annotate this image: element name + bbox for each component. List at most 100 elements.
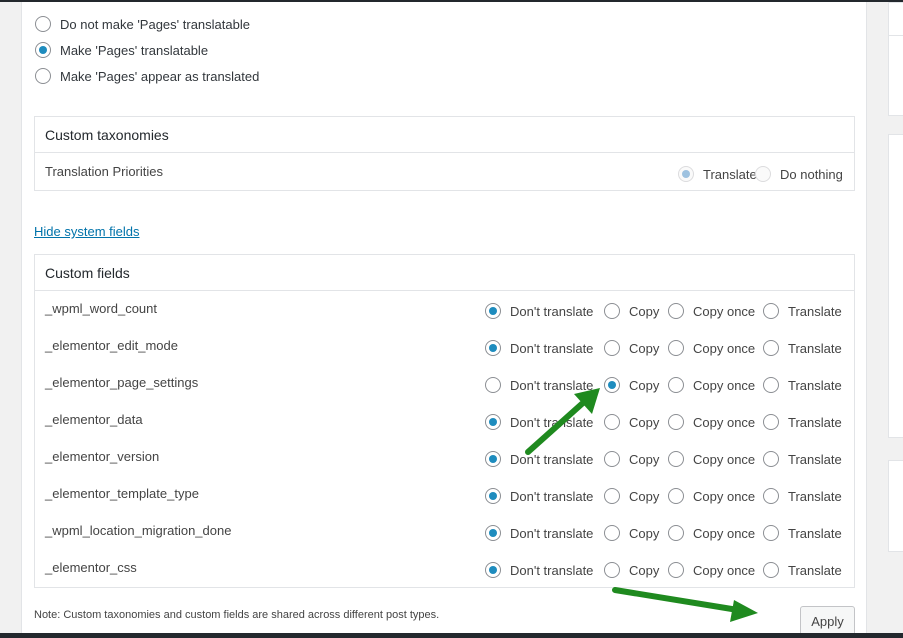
field-option-copy[interactable]: Copy — [604, 525, 659, 541]
radio-button[interactable] — [763, 525, 779, 541]
shared-fields-note: Note: Custom taxonomies and custom field… — [34, 609, 440, 621]
field-option-copy-once[interactable]: Copy once — [668, 451, 755, 467]
field-option-dont-translate[interactable]: Don't translate — [485, 414, 593, 430]
custom-taxonomies-title: Custom taxonomies — [35, 117, 854, 153]
field-option-dont-translate[interactable]: Don't translate — [485, 303, 593, 319]
field-option-dont-translate[interactable]: Don't translate — [485, 562, 593, 578]
field-option-translate[interactable]: Translate — [763, 525, 842, 541]
custom-field-name: _elementor_data — [45, 412, 143, 427]
field-option-translate[interactable]: Translate — [763, 562, 842, 578]
radio-button-selected[interactable] — [485, 525, 501, 541]
option-label: Don't translate — [510, 562, 594, 578]
field-option-translate[interactable]: Translate — [763, 414, 842, 430]
radio-button-selected[interactable] — [485, 451, 501, 467]
radio-button[interactable] — [763, 414, 779, 430]
radio-button[interactable] — [668, 562, 684, 578]
custom-field-name: _wpml_location_migration_done — [45, 523, 232, 538]
option-label: Copy once — [693, 488, 756, 504]
radio-button[interactable] — [668, 303, 684, 319]
field-option-translate[interactable]: Translate — [763, 303, 842, 319]
field-option-translate[interactable]: Translate — [763, 488, 842, 504]
option-pages-appear-translated[interactable]: Make 'Pages' appear as translated — [35, 66, 259, 86]
radio-button[interactable] — [763, 451, 779, 467]
radio-button[interactable] — [485, 377, 501, 393]
custom-field-name: _elementor_template_type — [45, 486, 199, 501]
field-option-copy[interactable]: Copy — [604, 451, 659, 467]
option-label: Translate — [788, 414, 842, 430]
radio-button-selected[interactable] — [485, 488, 501, 504]
field-option-dont-translate[interactable]: Don't translate — [485, 451, 593, 467]
radio-button[interactable] — [604, 488, 620, 504]
field-option-dont-translate[interactable]: Don't translate — [485, 377, 593, 393]
field-option-copy[interactable]: Copy — [604, 377, 659, 393]
field-option-copy[interactable]: Copy — [604, 562, 659, 578]
taxonomy-option-do-nothing[interactable]: Do nothing — [755, 166, 843, 182]
option-label: Copy once — [693, 414, 756, 430]
option-label: Copy — [629, 488, 660, 504]
option-label: Don't translate — [510, 340, 594, 356]
radio-button[interactable] — [668, 340, 684, 356]
option-label: Translate — [703, 166, 757, 182]
field-option-copy-once[interactable]: Copy once — [668, 525, 755, 541]
field-option-copy[interactable]: Copy — [604, 488, 659, 504]
field-option-copy-once[interactable]: Copy once — [668, 488, 755, 504]
radio-button-selected[interactable] — [485, 562, 501, 578]
radio-button-selected[interactable] — [35, 42, 51, 58]
radio-button-selected[interactable] — [485, 414, 501, 430]
field-option-translate[interactable]: Translate — [763, 377, 842, 393]
custom-field-row: _wpml_location_migration_done Don't trans… — [35, 513, 854, 550]
field-option-copy[interactable]: Copy — [604, 303, 659, 319]
radio-button[interactable] — [604, 414, 620, 430]
radio-button[interactable] — [763, 303, 779, 319]
hide-system-fields-link[interactable]: Hide system fields — [34, 224, 139, 239]
radio-button[interactable] — [668, 414, 684, 430]
radio-button[interactable] — [604, 525, 620, 541]
sidebar-panel — [888, 460, 903, 552]
apply-button[interactable]: Apply — [800, 606, 855, 636]
field-option-copy-once[interactable]: Copy once — [668, 340, 755, 356]
field-option-dont-translate[interactable]: Don't translate — [485, 340, 593, 356]
radio-button-selected[interactable] — [485, 303, 501, 319]
radio-button[interactable] — [755, 166, 771, 182]
radio-button[interactable] — [604, 340, 620, 356]
radio-button-selected[interactable] — [678, 166, 694, 182]
radio-button[interactable] — [604, 451, 620, 467]
field-option-copy[interactable]: Copy — [604, 340, 659, 356]
radio-button[interactable] — [763, 340, 779, 356]
radio-button[interactable] — [668, 488, 684, 504]
radio-button[interactable] — [604, 303, 620, 319]
field-option-copy-once[interactable]: Copy once — [668, 562, 755, 578]
field-option-copy-once[interactable]: Copy once — [668, 377, 755, 393]
radio-button[interactable] — [668, 377, 684, 393]
field-option-copy[interactable]: Copy — [604, 414, 659, 430]
option-label: Do nothing — [780, 166, 843, 182]
field-option-dont-translate[interactable]: Don't translate — [485, 488, 593, 504]
radio-button[interactable] — [763, 562, 779, 578]
option-label: Copy once — [693, 340, 756, 356]
field-option-dont-translate[interactable]: Don't translate — [485, 525, 593, 541]
option-label: Translate — [788, 451, 842, 467]
radio-button[interactable] — [668, 451, 684, 467]
radio-button[interactable] — [763, 377, 779, 393]
radio-button[interactable] — [763, 488, 779, 504]
field-option-copy-once[interactable]: Copy once — [668, 414, 755, 430]
option-do-not-translate-pages[interactable]: Do not make 'Pages' translatable — [35, 14, 250, 34]
radio-button[interactable] — [35, 16, 51, 32]
radio-button[interactable] — [604, 562, 620, 578]
option-label: Copy — [629, 451, 660, 467]
radio-button-selected[interactable] — [485, 340, 501, 356]
option-label: Don't translate — [510, 488, 594, 504]
option-label: Copy once — [693, 562, 756, 578]
radio-button[interactable] — [668, 525, 684, 541]
option-make-pages-translatable[interactable]: Make 'Pages' translatable — [35, 40, 208, 60]
field-option-copy-once[interactable]: Copy once — [668, 303, 755, 319]
taxonomy-name: Translation Priorities — [45, 164, 164, 179]
field-option-translate[interactable]: Translate — [763, 340, 842, 356]
taxonomy-option-translate[interactable]: Translate — [678, 166, 757, 182]
radio-button[interactable] — [35, 68, 51, 84]
sidebar-panel — [888, 36, 903, 116]
field-option-translate[interactable]: Translate — [763, 451, 842, 467]
option-label: Copy — [629, 377, 660, 393]
bottom-bar — [0, 633, 903, 638]
radio-button-selected[interactable] — [604, 377, 620, 393]
